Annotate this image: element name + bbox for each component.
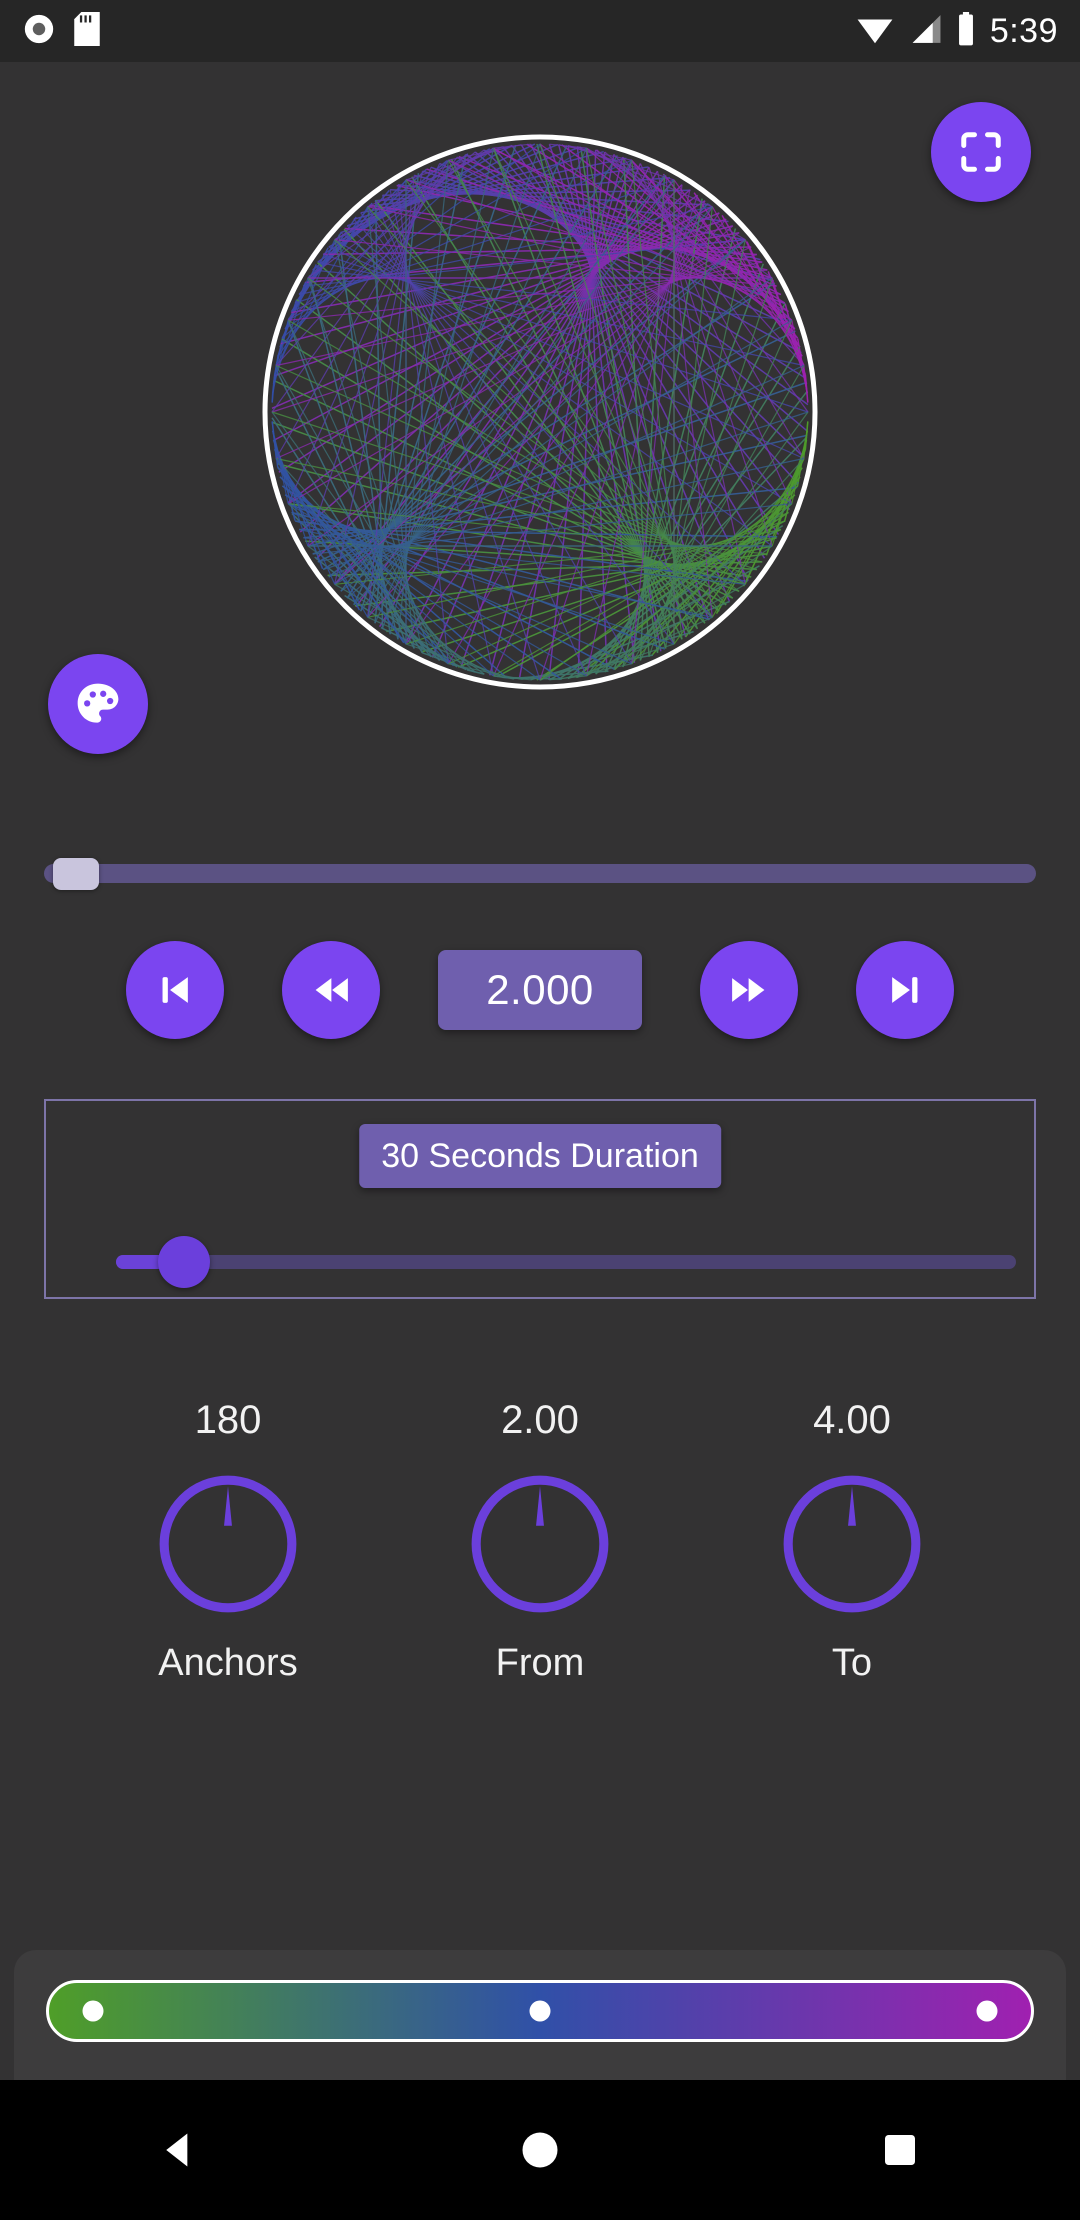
- string-art-figure[interactable]: [195, 62, 885, 762]
- status-bar-right-icons: 5:39: [856, 11, 1058, 51]
- playback-progress-slider[interactable]: [0, 850, 1080, 896]
- skip-previous-icon: [162, 977, 188, 1003]
- rewind-icon: [315, 978, 348, 1002]
- knob-from[interactable]: 2.00 From: [435, 1400, 645, 1682]
- battery-icon: [956, 11, 976, 51]
- knob-dial[interactable]: [776, 1468, 928, 1620]
- home-icon: [522, 2132, 558, 2168]
- knob-dial[interactable]: [152, 1468, 304, 1620]
- knob-label: From: [495, 1642, 585, 1684]
- knob-dial[interactable]: [464, 1468, 616, 1620]
- knob-anchors[interactable]: 180 Anchors: [123, 1400, 333, 1682]
- knob-label: Anchors: [158, 1642, 298, 1684]
- color-picker-sheet: [14, 1950, 1066, 2080]
- duration-slider-thumb[interactable]: [158, 1236, 210, 1288]
- sd-card-icon: [74, 11, 100, 51]
- transport-controls: 2.000: [0, 930, 1080, 1050]
- skip-previous-button[interactable]: [126, 941, 224, 1039]
- gradient-stop[interactable]: [529, 2000, 551, 2022]
- fullscreen-button[interactable]: [931, 102, 1031, 202]
- duration-chip-button[interactable]: 30 Seconds Duration: [359, 1124, 721, 1188]
- progress-thumb[interactable]: [53, 858, 100, 890]
- knob-pointer: [848, 1486, 856, 1526]
- status-bar-left-icons: [22, 11, 100, 51]
- gradient-bar[interactable]: [46, 1980, 1034, 2042]
- gradient-stop[interactable]: [82, 2000, 104, 2022]
- visualization-canvas[interactable]: [0, 62, 1080, 782]
- knob-row: 180 Anchors 2.00 From 4.00 To: [0, 1400, 1080, 1682]
- speed-value-button[interactable]: 2.000: [438, 950, 642, 1030]
- status-bar-clock: 5:39: [989, 11, 1058, 50]
- knob-value: 180: [194, 1398, 262, 1442]
- knob-label: To: [831, 1642, 873, 1684]
- skip-next-button[interactable]: [856, 941, 954, 1039]
- status-bar: 5:39: [0, 0, 1080, 62]
- palette-icon: [77, 683, 119, 723]
- knob-pointer: [536, 1486, 544, 1526]
- skip-next-icon: [892, 977, 918, 1003]
- wifi-icon: [856, 13, 894, 50]
- back-icon: [166, 2133, 188, 2167]
- progress-track[interactable]: [44, 864, 1036, 883]
- recents-icon: [885, 2135, 915, 2165]
- nav-back-button[interactable]: [105, 2080, 255, 2220]
- fullscreen-icon: [961, 132, 1001, 172]
- gradient-stop[interactable]: [976, 2000, 998, 2022]
- android-navigation-bar: [0, 2080, 1080, 2220]
- record-icon: [22, 12, 56, 51]
- fast-forward-button[interactable]: [700, 941, 798, 1039]
- fast-forward-icon: [732, 978, 765, 1002]
- duration-panel: 30 Seconds Duration: [44, 1099, 1036, 1299]
- duration-slider-track[interactable]: [116, 1236, 1016, 1288]
- knob-to[interactable]: 4.00 To: [747, 1400, 957, 1682]
- nav-home-button[interactable]: [465, 2080, 615, 2220]
- nav-recents-button[interactable]: [825, 2080, 975, 2220]
- cell-signal-icon: [908, 13, 942, 50]
- knob-pointer: [224, 1486, 232, 1526]
- knob-value: 4.00: [813, 1398, 891, 1442]
- rewind-button[interactable]: [282, 941, 380, 1039]
- knob-value: 2.00: [501, 1398, 579, 1442]
- palette-button[interactable]: [48, 654, 148, 754]
